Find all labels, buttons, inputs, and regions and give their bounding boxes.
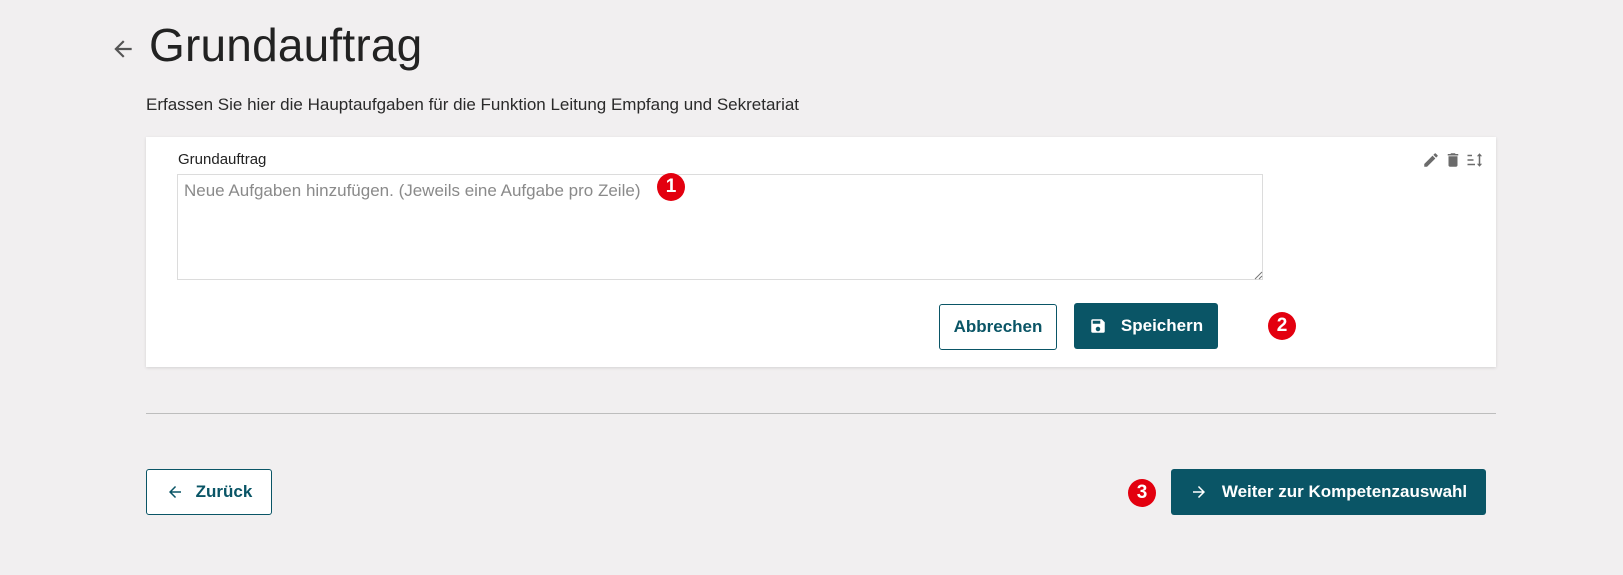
page-title: Grundauftrag [149,19,423,71]
cancel-button-label: Abbrechen [953,317,1043,336]
annotation-badge-3: 3 [1128,479,1156,507]
resize-grip-icon[interactable] [1253,270,1263,280]
grundauftrag-card: Grundauftrag 1 Abbrechen Speichern 2 [146,137,1496,367]
arrow-right-icon [1192,486,1205,498]
save-icon [1091,319,1105,333]
card-toolbar [1422,151,1484,169]
back-button-label: Zurück [195,482,253,501]
trash-icon[interactable] [1444,151,1462,169]
field-label: Grundauftrag [178,151,267,168]
annotation-badge-1: 1 [657,173,685,201]
back-arrow-icon[interactable] [110,36,136,62]
save-button-label: Speichern [1120,316,1204,335]
cancel-button[interactable]: Abbrechen [939,304,1057,350]
tasks-textarea[interactable] [177,174,1263,280]
pencil-icon[interactable] [1422,151,1440,169]
divider [146,413,1496,414]
annotation-badge-2: 2 [1268,312,1296,340]
page-subtitle: Erfassen Sie hier die Hauptaufgaben für … [146,95,800,114]
next-button-label: Weiter zur Kompetenzauswahl [1221,482,1468,501]
sort-icon[interactable] [1466,151,1484,169]
save-button[interactable]: Speichern [1074,303,1218,349]
arrow-left-icon [168,486,181,498]
next-button[interactable]: Weiter zur Kompetenzauswahl [1171,469,1486,515]
back-button[interactable]: Zurück [146,469,272,515]
